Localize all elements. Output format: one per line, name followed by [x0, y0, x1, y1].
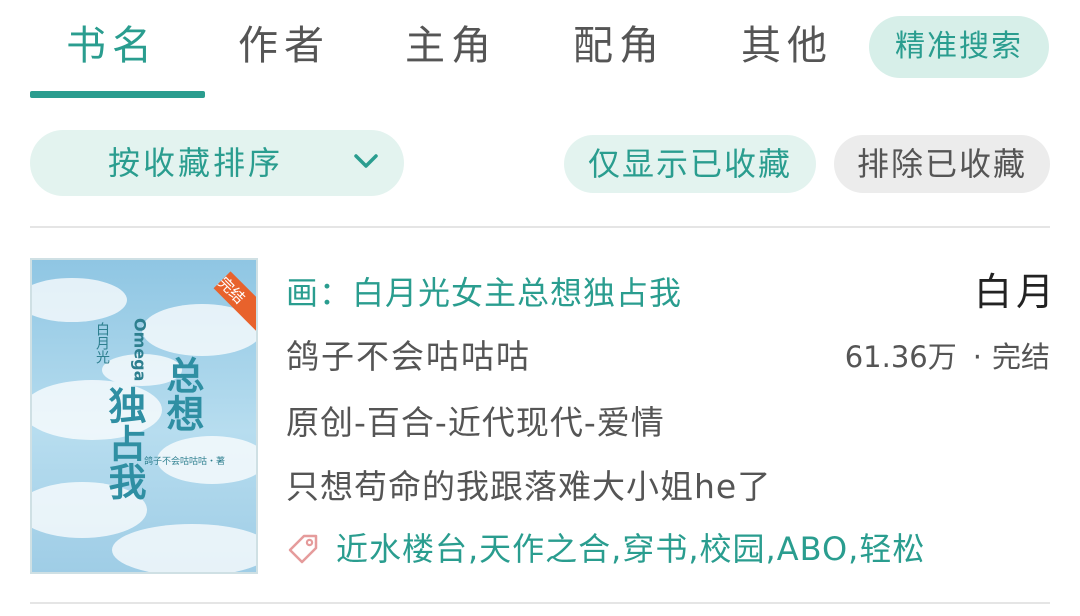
exclude-favorites-button[interactable]: 排除已收藏 — [834, 135, 1050, 193]
divider — [30, 602, 1050, 604]
tag-icon — [288, 534, 318, 564]
active-tab-indicator — [30, 91, 205, 98]
tab-supporting[interactable]: 配角 — [573, 18, 665, 74]
show-favorites-only-button[interactable]: 仅显示已收藏 — [564, 135, 816, 193]
chevron-down-icon — [354, 154, 378, 168]
cover-omega-text: Omega — [131, 318, 150, 381]
book-cover-image: 完结 白月光 Omega 总想 独占我 鸽子不会咕咕咕・著 — [30, 258, 258, 574]
book-intro: 只想苟命的我跟落难大小姐he了 — [286, 467, 772, 506]
collection-count: 61.36万 — [844, 340, 957, 374]
tab-other[interactable]: 其他 — [741, 18, 833, 74]
cover-title-main-1: 总想 — [160, 356, 204, 432]
divider — [30, 226, 1050, 228]
book-list-item[interactable]: 完结 白月光 Omega 总想 独占我 鸽子不会咕咕咕・著 画：白月光女主总想独… — [30, 256, 1050, 576]
separator-dot: · — [972, 340, 982, 374]
tab-protagonist[interactable]: 主角 — [405, 18, 497, 74]
book-stats: 61.36万 · 完结 — [845, 334, 1050, 380]
book-category: 原创-百合-近代现代-爱情 — [286, 403, 665, 442]
cover-title-main-2: 独占我 — [102, 386, 146, 500]
cover-subtitle-text: 白月光 — [94, 322, 110, 365]
tab-book-name[interactable]: 书名 — [66, 18, 158, 74]
search-tabs: 书名 作者 主角 配角 其他 精准搜索 — [0, 0, 1080, 100]
book-subtitle: 画：白月光女主总想独占我 — [286, 274, 683, 312]
book-title: 白月 — [974, 270, 1050, 314]
status-badge: 完结 — [991, 340, 1050, 374]
book-tags[interactable]: 近水楼台,天作之合,穿书,校园,ABO,轻松 — [336, 524, 925, 574]
tab-author[interactable]: 作者 — [238, 18, 330, 74]
sort-dropdown-label: 按收藏排序 — [108, 144, 284, 182]
cover-author-text: 鸽子不会咕咕咕・著 — [144, 455, 225, 467]
precise-search-button[interactable]: 精准搜索 — [869, 16, 1049, 78]
book-author[interactable]: 鸽子不会咕咕咕 — [286, 332, 531, 382]
sort-dropdown[interactable]: 按收藏排序 — [30, 130, 404, 196]
